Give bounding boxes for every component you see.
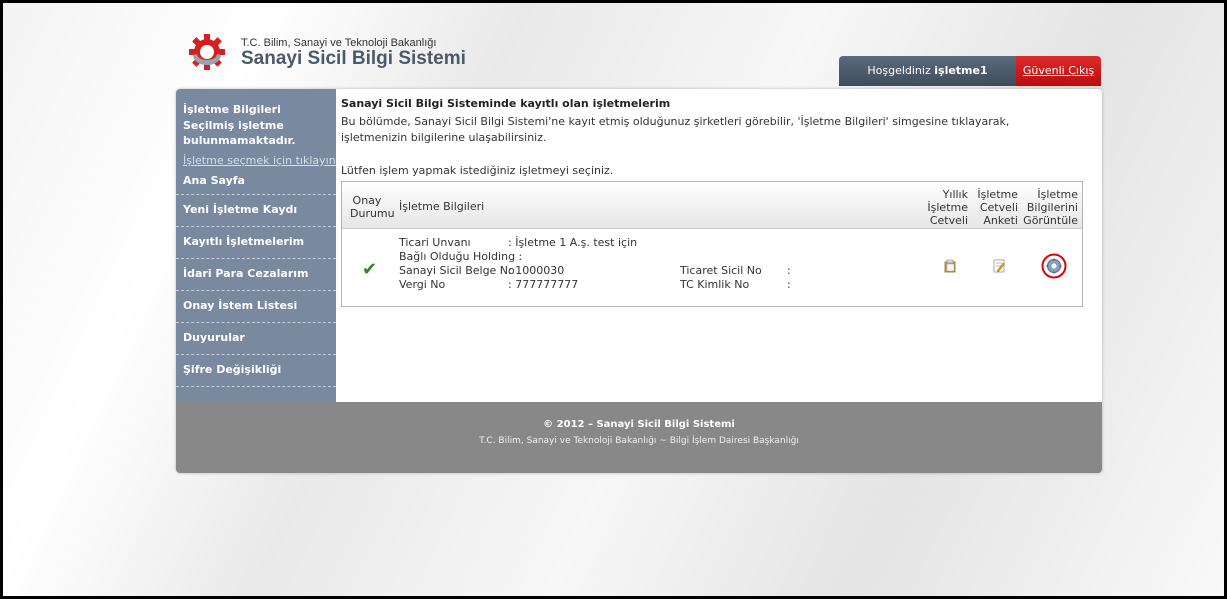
page-description: Bu bölümde, Sanayi Sicil Bilgi Sistemi'n… bbox=[341, 115, 1010, 144]
logout-button[interactable]: Güvenli Çıkış bbox=[1016, 56, 1101, 86]
header-line: Durumu bbox=[350, 207, 395, 220]
footer: © 2012 – Sanayi Sicil Bilgi Sistemi T.C.… bbox=[176, 402, 1102, 473]
system-title: Sanayi Sicil Bilgi Sistemi bbox=[241, 48, 466, 69]
tc-id-value: : bbox=[787, 278, 791, 291]
header-line: Cetveli bbox=[979, 201, 1018, 214]
gear-view-icon[interactable] bbox=[1041, 253, 1067, 282]
sidebar-item-password-change[interactable]: Şifre Değişikliği bbox=[176, 355, 336, 387]
tc-id-label: TC Kimlik No bbox=[680, 278, 750, 291]
sidebar-item-home[interactable]: Ana Sayfa bbox=[176, 171, 336, 195]
column-approval-status: Onay Durumu bbox=[350, 194, 395, 220]
edit-document-icon[interactable] bbox=[992, 259, 1006, 276]
sidebar-item-announcements[interactable]: Duyurular bbox=[176, 323, 336, 355]
header-line: Anketi bbox=[983, 214, 1018, 227]
sidebar-item-registered-businesses[interactable]: Kayıtlı İşletmelerim bbox=[176, 227, 336, 259]
page-instruction: Lütfen işlem yapmak istediğiniz işletmey… bbox=[341, 164, 614, 177]
header-line: İşletme bbox=[927, 201, 968, 214]
select-business-link[interactable]: İşletme seçmek için tıklayınız. bbox=[183, 154, 348, 167]
header-line: Görüntüle bbox=[1023, 214, 1078, 227]
clipboard-icon[interactable] bbox=[943, 259, 957, 276]
sidebar-item-penalties[interactable]: İdari Para Cezalarım bbox=[176, 259, 336, 291]
welcome-text: Hoşgeldiniz bbox=[867, 64, 935, 77]
page-frame: T.C. Bilim, Sanayi ve Teknoloji Bakanlığ… bbox=[0, 0, 1227, 599]
header-line: Cetveli bbox=[929, 214, 968, 227]
column-annual-chart: Yıllık İşletme Cetveli bbox=[924, 188, 968, 227]
username: işletme1 bbox=[934, 64, 988, 77]
main-content: Sanayi Sicil Bilgi Sisteminde kayıtlı ol… bbox=[336, 89, 1102, 402]
sidebar-item-approval-list[interactable]: Onay İstem Listesi bbox=[176, 291, 336, 323]
tax-label: Vergi No bbox=[399, 278, 446, 291]
header-line: Yıllık bbox=[942, 188, 968, 201]
header-line: İşletme bbox=[1037, 188, 1078, 201]
business-table: Onay Durumu İşletme Bilgileri Yıllık İşl… bbox=[341, 181, 1083, 307]
trade-name-value: : İşletme 1 A.ş. test için bbox=[508, 236, 638, 249]
footer-department: T.C. Bilim, Sanayi ve Teknoloji Bakanlığ… bbox=[479, 436, 799, 446]
cert-value: : 1000030 bbox=[508, 264, 565, 277]
table-header: Onay Durumu İşletme Bilgileri Yıllık İşl… bbox=[342, 182, 1082, 229]
trade-name-label: Ticari Unvanı bbox=[399, 236, 471, 249]
gear-logo-icon bbox=[183, 30, 231, 70]
cert-label: Sanayi Sicil Belge No bbox=[399, 264, 515, 277]
column-business-info: İşletme Bilgileri bbox=[399, 200, 485, 213]
content-container: İşletme Bilgileri Seçilmiş işletme bulun… bbox=[176, 89, 1102, 473]
column-survey: İşletme Cetveli Anketi bbox=[974, 188, 1018, 227]
welcome-bar: Hoşgeldiniz işletme1 bbox=[839, 56, 1016, 86]
sidebar-item-new-business[interactable]: Yeni İşletme Kaydı bbox=[176, 195, 336, 227]
tax-value: : 777777777 bbox=[508, 278, 579, 291]
trade-registry-value: : bbox=[787, 264, 791, 277]
trade-registry-label: Ticaret Sicil No bbox=[680, 264, 762, 277]
sidebar-title: İşletme Bilgileri bbox=[183, 103, 281, 116]
header-line: Bilgilerini bbox=[1026, 201, 1078, 214]
header-line: Onay bbox=[352, 194, 382, 207]
no-business-message: Seçilmiş işletme bulunmamaktadır. bbox=[183, 119, 296, 147]
check-icon: ✔ bbox=[362, 259, 378, 280]
sidebar: İşletme Bilgileri Seçilmiş işletme bulun… bbox=[176, 89, 348, 402]
header-line: İşletme bbox=[977, 188, 1018, 201]
sidebar-nav: Ana Sayfa Yeni İşletme Kaydı Kayıtlı İşl… bbox=[176, 171, 336, 387]
column-view-info: İşletme Bilgilerini Görüntüle bbox=[1022, 188, 1078, 227]
footer-copyright: © 2012 – Sanayi Sicil Bilgi Sistemi bbox=[543, 419, 735, 430]
holding-label: Bağlı Olduğu Holding : bbox=[399, 250, 523, 263]
page-title: Sanayi Sicil Bilgi Sisteminde kayıtlı ol… bbox=[341, 97, 671, 110]
